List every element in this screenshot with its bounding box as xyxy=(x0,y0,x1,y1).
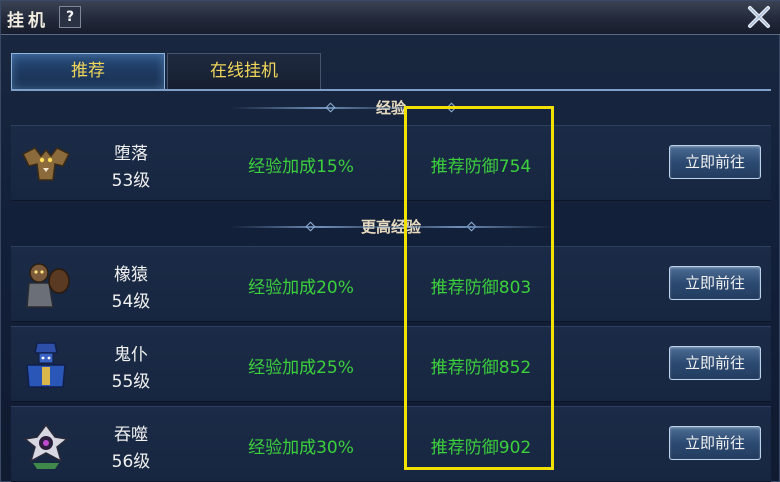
monster-row: 堕落 53级 经验加成15% 推荐防御754 立即前往 xyxy=(11,125,771,201)
go-now-button[interactable]: 立即前往 xyxy=(669,346,761,380)
diamond-ornament-icon xyxy=(305,221,316,232)
window-title: 挂机 xyxy=(7,11,49,31)
monster-level: 55级 xyxy=(111,372,151,392)
diamond-ornament-icon xyxy=(325,102,336,113)
title-bar: 挂机 ? xyxy=(1,1,780,35)
bat-demon-icon xyxy=(19,136,73,190)
go-now-button[interactable]: 立即前往 xyxy=(669,145,761,179)
tab-online-idle[interactable]: 在线挂机 xyxy=(167,53,321,89)
monster-level: 53级 xyxy=(111,171,151,191)
ghost-servant-icon xyxy=(19,337,73,391)
highlight-box xyxy=(404,106,554,470)
monster-name: 堕落 xyxy=(114,144,148,164)
exp-bonus: 经验加成30% xyxy=(248,438,354,458)
ape-monster-icon xyxy=(19,257,73,311)
devourer-icon xyxy=(19,417,73,471)
section-header-higher-exp: 更高经验 xyxy=(11,215,771,239)
exp-bonus: 经验加成20% xyxy=(248,278,354,298)
idle-panel: 挂机 ? 推荐 在线挂机 经验 堕落 53级 经验加成15% 推荐防御754 立… xyxy=(0,0,780,482)
exp-bonus: 经验加成25% xyxy=(248,358,354,378)
close-icon[interactable] xyxy=(747,5,771,29)
monster-row: 鬼仆 55级 经验加成25% 推荐防御852 立即前往 xyxy=(11,326,771,402)
go-now-button[interactable]: 立即前往 xyxy=(669,266,761,300)
monster-name: 鬼仆 xyxy=(114,345,148,365)
exp-bonus: 经验加成15% xyxy=(248,157,354,177)
tab-divider xyxy=(11,89,771,91)
monster-level: 56级 xyxy=(111,452,151,472)
monster-row: 吞噬 56级 经验加成30% 推荐防御902 立即前往 xyxy=(11,406,771,482)
tab-recommended[interactable]: 推荐 xyxy=(11,53,165,89)
help-button[interactable]: ? xyxy=(59,6,81,28)
monster-name: 橡猿 xyxy=(114,265,148,285)
section-header-exp: 经验 xyxy=(11,96,771,120)
monster-row: 橡猿 54级 经验加成20% 推荐防御803 立即前往 xyxy=(11,246,771,322)
monster-name: 吞噬 xyxy=(114,425,148,445)
go-now-button[interactable]: 立即前往 xyxy=(669,426,761,460)
monster-level: 54级 xyxy=(111,292,151,312)
